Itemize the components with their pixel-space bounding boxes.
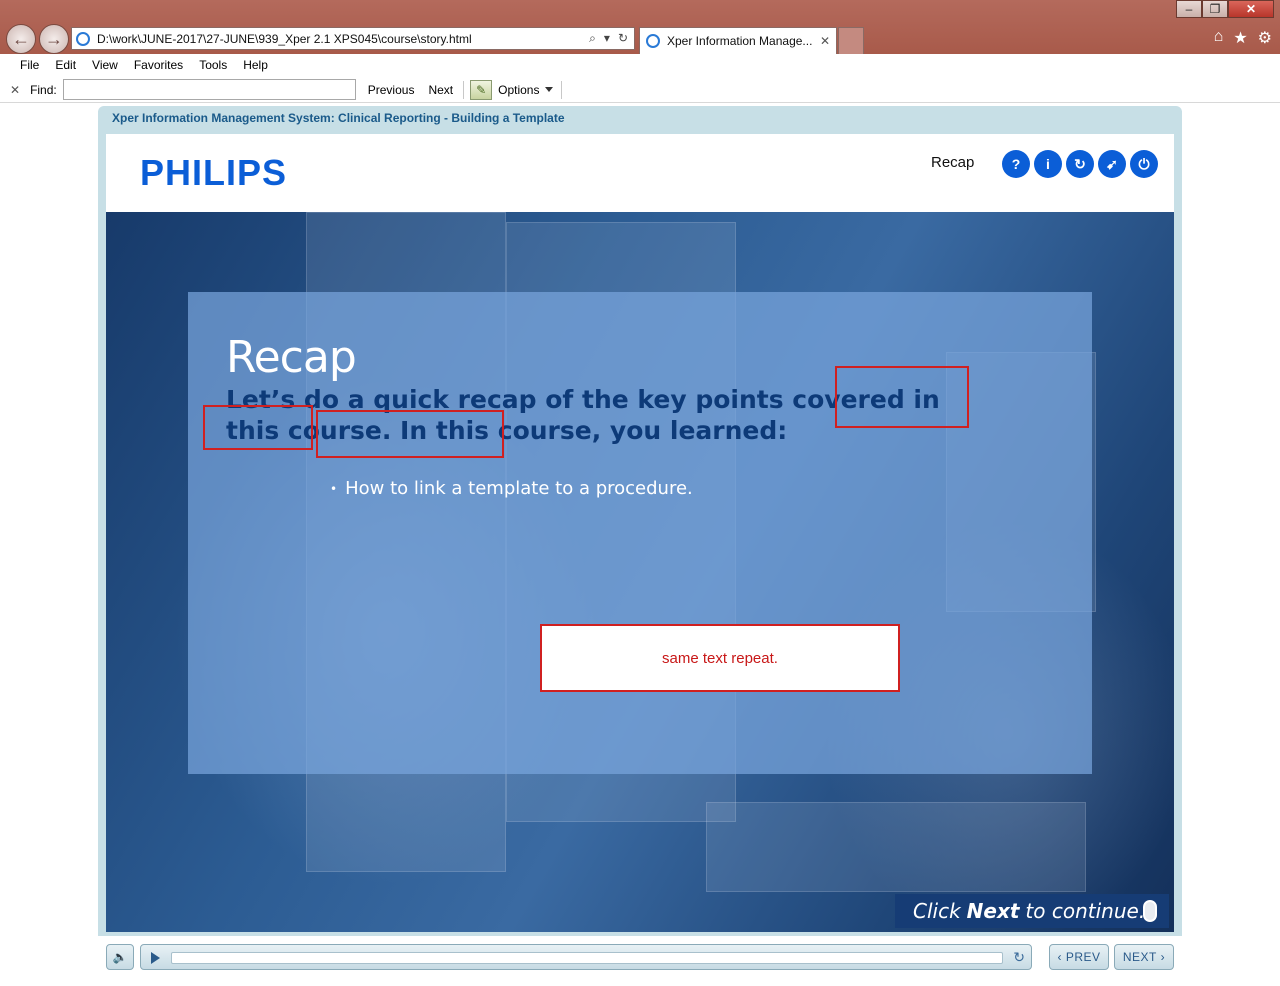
chevron-right-icon: › (1156, 950, 1166, 964)
find-bar: ✕ Find: Previous Next ✎ Options (0, 77, 1280, 103)
back-button[interactable]: ← (6, 24, 36, 54)
tab-close-icon[interactable]: ✕ (814, 34, 836, 48)
find-close-icon[interactable]: ✕ (10, 83, 20, 97)
info-icon[interactable]: i (1034, 150, 1062, 178)
course-title: Xper Information Management System: Clin… (112, 111, 565, 125)
seek-track[interactable] (171, 952, 1003, 964)
next-label: NEXT (1122, 950, 1157, 964)
find-separator (463, 80, 465, 99)
back-arrow-icon: ← (12, 28, 30, 49)
menu-file[interactable]: File (12, 58, 47, 72)
find-label: Find: (30, 82, 57, 97)
menu-favorites[interactable]: Favorites (126, 58, 191, 72)
new-tab-button[interactable] (838, 27, 864, 54)
continue-prompt: Click Next to continue. (895, 894, 1169, 928)
minimize-button[interactable]: – (1176, 0, 1202, 18)
prev-label: PREV (1065, 950, 1101, 964)
header-icon-group: ? i ↻ ➹ ⏻ (1002, 150, 1158, 178)
find-options-label: Options (498, 82, 540, 97)
mouse-icon (1143, 900, 1157, 922)
window-controls: – ❐ ✕ (1176, 0, 1274, 18)
content-panel: Recap Let’s do a quick recap of the key … (188, 292, 1092, 774)
address-bar[interactable]: D:\work\JUNE-2017\27-JUNE\939_Xper 2.1 X… (71, 27, 635, 50)
menu-bar: File Edit View Favorites Tools Help (0, 54, 1280, 76)
browser-titlebar: – ❐ ✕ ← → D:\work\JUNE-2017\27-JUNE\939_… (0, 0, 1280, 54)
speaker-icon: 🔈 (112, 950, 128, 964)
tab-title: Xper Information Manage... (667, 34, 813, 48)
dropdown-icon[interactable]: ▾ (604, 31, 610, 46)
power-icon[interactable]: ⏻ (1130, 150, 1158, 178)
slide-stage: Recap Let’s do a quick recap of the key … (106, 212, 1174, 932)
background-panel (706, 802, 1086, 892)
forward-button[interactable]: → (39, 24, 69, 54)
bullet-text: How to link a template to a procedure. (345, 478, 693, 499)
next-button[interactable]: NEXT › (1114, 944, 1174, 970)
forward-arrow-icon: → (45, 28, 63, 49)
browser-tab[interactable]: Xper Information Manage... ✕ (639, 27, 837, 54)
player-controls: 🔈 ↻ ‹ PREV NEXT › (106, 944, 1174, 972)
find-previous-button[interactable]: Previous (366, 83, 417, 97)
philips-logo: PHILIPS (140, 152, 288, 193)
home-icon[interactable]: ⌂ (1214, 28, 1224, 48)
ie-page-icon (76, 31, 90, 46)
menu-edit[interactable]: Edit (47, 58, 84, 72)
replay-icon[interactable]: ↻ (1013, 949, 1025, 966)
section-label: Recap (931, 154, 975, 171)
address-text[interactable]: D:\work\JUNE-2017\27-JUNE\939_Xper 2.1 X… (97, 32, 589, 46)
close-window-button[interactable]: ✕ (1228, 0, 1274, 18)
find-next-button[interactable]: Next (426, 83, 455, 97)
slide-title: Recap (226, 332, 357, 383)
bullet-item: • How to link a template to a procedure. (330, 478, 693, 500)
favorites-star-icon[interactable]: ★ (1233, 28, 1247, 48)
ie-tab-icon (646, 34, 660, 48)
chevron-left-icon: ‹ (1057, 950, 1066, 964)
compass-icon[interactable]: ➹ (1098, 150, 1126, 178)
course-header: PHILIPS Recap ? i ↻ ➹ ⏻ (106, 134, 1174, 212)
bullet-dot: • (330, 482, 338, 496)
find-options-button[interactable]: Options (498, 82, 554, 97)
search-icon[interactable]: ⌕ (589, 31, 596, 46)
refresh-icon[interactable]: ↻ (618, 31, 628, 46)
review-comment: same text repeat. (540, 624, 900, 692)
review-highlight-box (316, 410, 504, 458)
find-separator-2 (561, 80, 563, 99)
chevron-down-icon (545, 87, 554, 92)
play-icon[interactable] (151, 952, 160, 964)
find-input[interactable] (62, 79, 356, 100)
course-player: Xper Information Management System: Clin… (98, 106, 1182, 936)
menu-tools[interactable]: Tools (191, 58, 235, 72)
refresh-icon[interactable]: ↻ (1066, 150, 1094, 178)
menu-help[interactable]: Help (235, 58, 276, 72)
volume-button[interactable]: 🔈 (106, 944, 134, 970)
review-highlight-box (835, 366, 969, 428)
menu-view[interactable]: View (84, 58, 126, 72)
restore-button[interactable]: ❐ (1202, 0, 1228, 18)
highlight-pen-icon[interactable]: ✎ (470, 79, 493, 100)
seekbar[interactable]: ↻ (140, 944, 1032, 970)
settings-gear-icon[interactable]: ⚙ (1258, 28, 1272, 48)
prev-button[interactable]: ‹ PREV (1049, 944, 1109, 970)
continue-suffix: to continue. (1025, 899, 1146, 923)
continue-prefix: Click (913, 899, 961, 923)
help-icon[interactable]: ? (1002, 150, 1030, 178)
review-highlight-box (203, 405, 313, 450)
continue-bold: Next (966, 899, 1020, 923)
